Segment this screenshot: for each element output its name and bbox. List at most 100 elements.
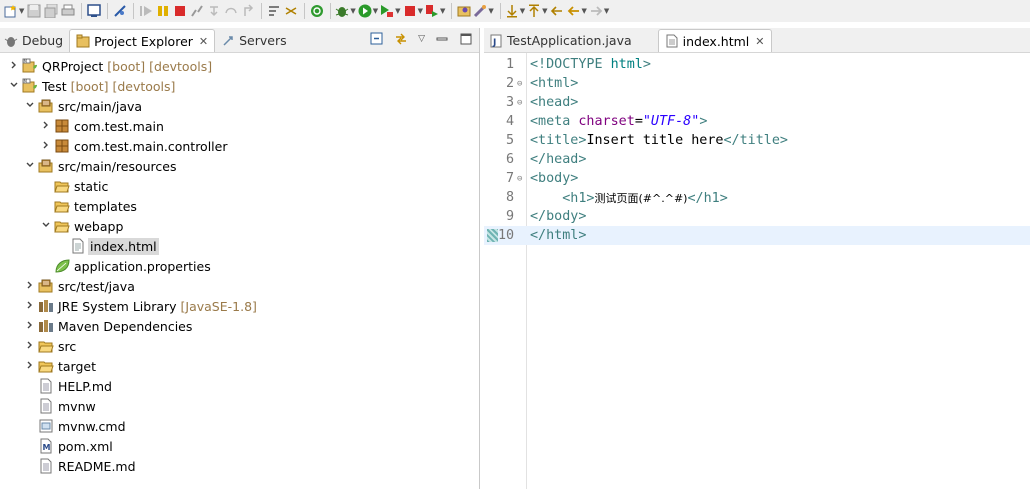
back-button[interactable]: ▼ [567,1,587,21]
code-line[interactable]: 3 ⊖ <head> [484,93,1030,112]
maximize-icon[interactable] [459,32,473,46]
suspend-button[interactable] [155,1,170,21]
debug-button[interactable]: ▼ [335,1,356,21]
tab-project-explorer-label: Project Explorer [94,33,193,49]
fold-toggle-icon[interactable]: ⊖ [517,174,522,184]
tab-project-explorer[interactable]: Project Explorer ✕ [69,29,216,52]
tree-item[interactable]: Maven Dependencies [0,316,479,336]
chevron-down-icon[interactable] [24,100,36,113]
step-return-button[interactable] [240,1,255,21]
coverage-button[interactable]: ▼ [380,1,401,21]
tree-item[interactable]: M Test [boot] [devtools] [0,76,479,96]
save-button[interactable] [26,1,41,21]
step-into-button[interactable] [206,1,221,21]
code-line[interactable]: 8 <h1>测试页面(#^.^#)</h1> [484,188,1030,207]
step-filters-icon [285,7,297,15]
forward-arrow-icon [590,6,603,16]
chevron-right-icon[interactable] [24,300,36,313]
tab-debug[interactable]: Debug [0,29,69,52]
tree-item-label: mvnw.cmd [58,419,126,434]
tree-item[interactable]: M QRProject [boot] [devtools] [0,56,479,76]
tree-item[interactable]: index.html [0,236,479,256]
chevron-right-icon[interactable] [40,120,52,133]
last-edit-location-button[interactable] [550,1,565,21]
tree-item[interactable]: JRE System Library [JavaSE-1.8] [0,296,479,316]
resume-button[interactable] [138,1,153,21]
chevron-down-icon[interactable] [24,160,36,173]
tree-item[interactable]: application.properties [0,256,479,276]
tree-item[interactable]: com.test.main [0,116,479,136]
drop-to-frame-button[interactable] [266,1,281,21]
link-with-editor-icon[interactable] [394,32,408,46]
tab-servers[interactable]: Servers [215,29,293,52]
close-icon[interactable]: ✕ [199,35,208,48]
tree-item[interactable]: HELP.md [0,376,479,396]
tree-item-decoration: [boot] [devtools] [66,78,176,94]
html-source-editor[interactable]: 1 <!DOCTYPE html> 2 ⊖ <html> 3 ⊖ <head> 4 <meta c… [484,53,1030,489]
tree-item[interactable]: mvnw [0,396,479,416]
package-icon [54,118,70,134]
chevron-down-icon[interactable] [40,220,52,233]
spring-boot-button[interactable] [309,1,324,21]
new-wizard-button[interactable]: ▼ [4,1,24,21]
tree-item[interactable]: mvnw.cmd [0,416,479,436]
tab-testapplication-java[interactable]: J TestApplication.java [484,29,638,52]
code-line[interactable]: 1 <!DOCTYPE html> [484,55,1030,74]
chevron-right-icon[interactable] [40,140,52,153]
tree-item[interactable]: com.test.main.controller [0,136,479,156]
code-token: </h1> [687,190,728,206]
tree-item[interactable]: src/main/resources [0,156,479,176]
chevron-right-icon[interactable] [8,60,20,73]
code-text: <!DOCTYPE html> [530,57,651,72]
disconnect-button[interactable] [189,1,204,21]
console-button[interactable] [86,1,101,21]
resume-icon [139,6,152,16]
code-line[interactable]: 9 </body> [484,207,1030,226]
tree-item[interactable]: src [0,336,479,356]
tree-item[interactable]: Mpom.xml [0,436,479,456]
tree-item[interactable]: src/test/java [0,276,479,296]
tree-item[interactable]: static [0,176,479,196]
minimize-icon[interactable] [435,32,449,46]
previous-annotation-button[interactable]: ▼ [527,1,548,21]
code-text: </html> [530,228,586,243]
step-over-button[interactable] [223,1,238,21]
chevron-down-icon[interactable] [8,80,20,93]
forward-button[interactable]: ▼ [589,1,609,21]
view-menu-icon[interactable]: ▽ [418,34,425,44]
external-tools-button[interactable]: ▼ [425,1,445,21]
chevron-right-icon[interactable] [24,360,36,373]
print-button[interactable] [60,1,75,21]
close-icon[interactable]: ✕ [755,35,764,48]
tab-index-html[interactable]: index.html ✕ [657,29,772,52]
tree-item[interactable]: webapp [0,216,479,236]
open-type-button[interactable] [456,1,471,21]
fold-toggle-icon[interactable]: ⊖ [517,98,522,108]
terminate-button[interactable] [172,1,187,21]
tree-item[interactable]: templates [0,196,479,216]
folder-icon [54,198,70,214]
use-step-filters-button[interactable] [283,1,298,21]
collapse-all-icon[interactable] [370,32,384,46]
next-annotation-button[interactable]: ▼ [505,1,525,21]
tree-item[interactable]: src/main/java [0,96,479,116]
chevron-right-icon[interactable] [24,280,36,293]
stop-button[interactable]: ▼ [403,1,423,21]
skip-breakpoints-button[interactable] [112,1,127,21]
code-line[interactable]: 5 <title>Insert title here</title> [484,131,1030,150]
tree-item[interactable]: target [0,356,479,376]
code-line[interactable]: 10 </html> [484,226,1030,245]
chevron-right-icon[interactable] [24,340,36,353]
text-file-icon [38,378,54,394]
chevron-right-icon[interactable] [24,320,36,333]
save-all-button[interactable] [43,1,58,21]
code-line[interactable]: 6 </head> [484,150,1030,169]
fold-toggle-icon[interactable]: ⊖ [517,79,522,89]
tree-item[interactable]: README.md [0,456,479,476]
open-task-button[interactable]: ▼ [473,1,494,21]
run-button[interactable]: ▼ [358,1,378,21]
package-icon [54,138,70,154]
code-line[interactable]: 2 ⊖ <html> [484,74,1030,93]
code-line[interactable]: 7 ⊖ <body> [484,169,1030,188]
code-line[interactable]: 4 <meta charset="UTF-8"> [484,112,1030,131]
